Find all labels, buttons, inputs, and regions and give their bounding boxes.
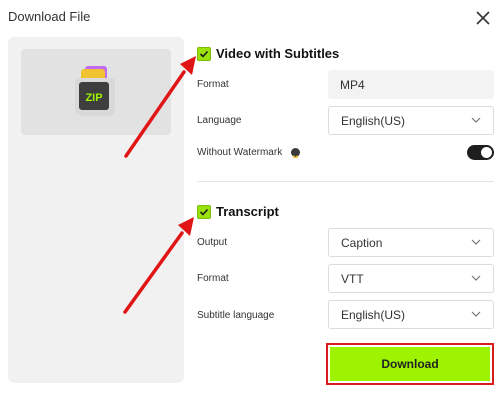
zip-badge-text: ZIP	[85, 92, 102, 104]
subtitle-language-value: English(US)	[341, 308, 406, 322]
preview-panel: ZIP	[8, 37, 184, 383]
subtitle-language-select[interactable]: English(US)	[328, 300, 494, 329]
output-value: Caption	[341, 236, 383, 250]
watermark-toggle[interactable]	[467, 145, 494, 160]
section-divider	[197, 181, 494, 182]
format-field: MP4	[328, 70, 494, 99]
dialog-title: Download File	[8, 9, 91, 24]
close-button[interactable]	[474, 9, 492, 27]
format-value: MP4	[340, 78, 365, 92]
language-value: English(US)	[341, 114, 406, 128]
watermark-label: Without Watermark	[197, 147, 283, 158]
chevron-down-icon	[471, 239, 481, 245]
close-icon	[476, 11, 490, 25]
checkmark-icon	[199, 208, 209, 216]
output-label: Output	[197, 237, 228, 248]
language-select[interactable]: English(US)	[328, 106, 494, 135]
video-subtitles-title: Video with Subtitles	[216, 46, 340, 61]
transcript-format-value: VTT	[341, 272, 364, 286]
file-thumbnail: ZIP	[21, 49, 171, 135]
transcript-format-label: Format	[197, 273, 229, 284]
zip-file-icon: ZIP	[75, 66, 115, 116]
checkmark-icon	[199, 50, 209, 58]
chevron-down-icon	[471, 275, 481, 281]
output-select[interactable]: Caption	[328, 228, 494, 257]
transcript-format-select[interactable]: VTT	[328, 264, 494, 293]
download-button[interactable]: Download	[330, 347, 490, 381]
format-label: Format	[197, 79, 229, 90]
transcript-title: Transcript	[216, 204, 279, 219]
subtitle-language-label: Subtitle language	[197, 310, 275, 321]
toggle-knob	[481, 147, 492, 158]
language-label: Language	[197, 115, 242, 126]
transcript-checkbox[interactable]	[197, 205, 211, 219]
chevron-down-icon	[471, 117, 481, 123]
crown-icon	[291, 148, 300, 158]
download-highlight-frame: Download	[326, 343, 494, 385]
video-subtitles-checkbox[interactable]	[197, 47, 211, 61]
chevron-down-icon	[471, 311, 481, 317]
